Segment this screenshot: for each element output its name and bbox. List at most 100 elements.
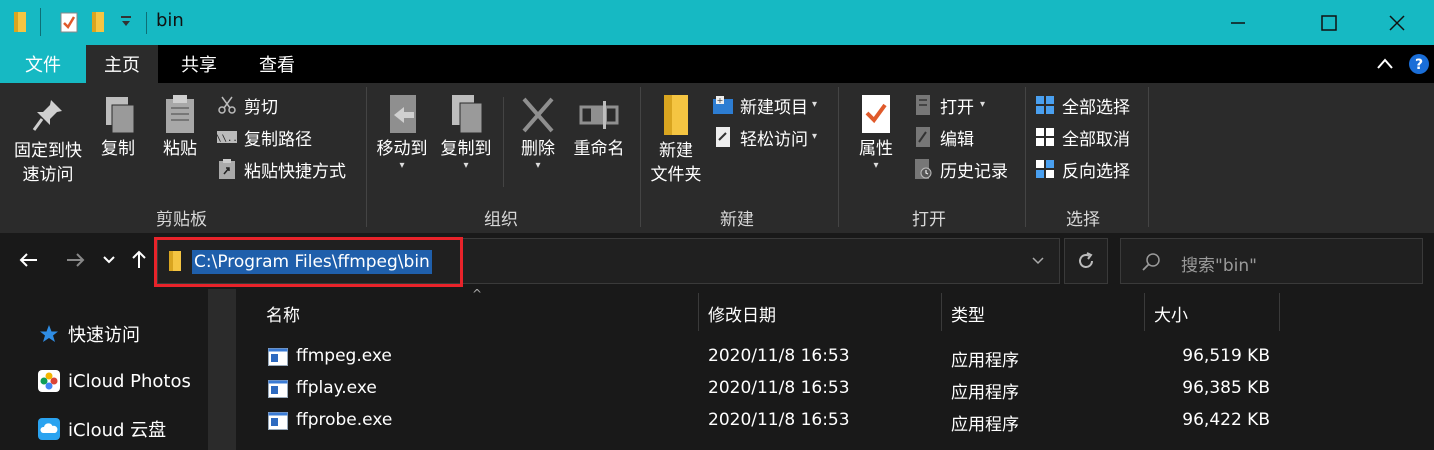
select-none-button[interactable]: 全部取消	[1034, 122, 1130, 152]
column-divider[interactable]	[1144, 293, 1145, 331]
close-icon	[1389, 14, 1405, 31]
pin-icon	[32, 100, 62, 131]
copy-to-button[interactable]: 复制到 ▾	[436, 93, 496, 171]
pin-label-line2: 速访问	[22, 165, 74, 185]
nav-item-quick-access[interactable]: 快速访问	[38, 319, 140, 349]
recent-locations-button[interactable]	[94, 245, 124, 275]
file-date: 2020/11/8 16:53	[708, 378, 850, 398]
move-to-label: 移动到	[376, 139, 428, 159]
open-button[interactable]: 打开 ▾	[912, 90, 985, 120]
cut-button[interactable]: 剪切	[216, 90, 278, 120]
column-header-name[interactable]: 名称	[266, 301, 300, 326]
close-button[interactable]	[1366, 0, 1428, 45]
svg-text:+: +	[717, 96, 724, 105]
history-button[interactable]: 历史记录	[912, 154, 1008, 184]
edit-icon	[912, 126, 934, 148]
file-name: ffplay.exe	[296, 378, 377, 398]
column-divider[interactable]	[1279, 293, 1280, 331]
forward-button[interactable]	[60, 245, 90, 275]
rename-button[interactable]: 重命名	[568, 93, 630, 161]
pin-to-quick-access-button[interactable]: 固定到快 速访问	[8, 97, 88, 187]
column-divider[interactable]	[698, 293, 699, 331]
invert-selection-button[interactable]: 反向选择	[1034, 154, 1130, 184]
organize-group-label: 组织	[484, 210, 518, 230]
file-type: 应用程序	[951, 351, 1019, 371]
nav-item-icloud-photos[interactable]: iCloud Photos	[38, 366, 191, 396]
open-group-label: 打开	[912, 210, 946, 230]
file-date: 2020/11/8 16:53	[708, 346, 850, 366]
address-dropdown-button[interactable]	[1016, 238, 1060, 284]
new-item-button[interactable]: + 新建项目 ▾	[712, 90, 817, 120]
paste-button[interactable]: 粘贴	[156, 93, 204, 161]
group-separator	[1148, 87, 1149, 227]
chevron-down-icon: ▾	[463, 160, 469, 171]
properties-button[interactable]: 属性 ▾	[848, 93, 904, 171]
move-to-icon	[390, 95, 416, 133]
column-header-date[interactable]: 修改日期	[708, 301, 776, 326]
table-row[interactable]: ffprobe.exe 2020/11/8 16:53 应用程序 96,422 …	[236, 405, 1296, 437]
new-folder-icon	[664, 95, 688, 135]
column-divider[interactable]	[941, 293, 942, 331]
new-folder-quick-icon[interactable]	[90, 11, 108, 37]
search-box[interactable]: 搜索"bin"	[1120, 238, 1423, 284]
copy-button[interactable]: 复制	[94, 93, 142, 161]
group-separator	[838, 87, 839, 227]
paste-shortcut-icon	[216, 158, 238, 180]
chevron-down-icon: ▾	[873, 160, 879, 171]
easy-access-button[interactable]: 轻松访问 ▾	[712, 122, 817, 152]
maximize-button[interactable]	[1298, 0, 1360, 45]
scissors-icon	[216, 94, 238, 116]
nav-scrollbar[interactable]	[208, 289, 236, 450]
column-header-size[interactable]: 大小	[1154, 301, 1188, 326]
select-none-icon	[1034, 126, 1056, 148]
title-divider	[40, 8, 41, 36]
ribbon-tabs: 文件 主页 共享 查看 ?	[0, 45, 1434, 83]
properties-label: 属性	[859, 139, 893, 159]
maximize-icon	[1321, 14, 1337, 31]
nav-item-icloud-drive[interactable]: iCloud 云盘	[38, 414, 166, 444]
tab-home[interactable]: 主页	[86, 45, 158, 83]
ribbon: 固定到快 速访问 复制 粘贴 剪切 \\.. 复制路径 粘贴快捷方式 剪贴板 移…	[0, 83, 1434, 233]
back-button[interactable]	[14, 245, 44, 275]
delete-button[interactable]: 删除 ▾	[512, 93, 564, 171]
tab-share[interactable]: 共享	[164, 45, 234, 83]
minimize-button[interactable]	[1207, 0, 1269, 45]
chevron-down-icon: ▾	[812, 131, 818, 142]
chevron-down-icon: ▾	[980, 99, 986, 110]
paste-icon	[166, 95, 194, 133]
delete-label: 删除	[521, 139, 555, 159]
customize-toolbar-icon[interactable]	[120, 14, 132, 33]
paste-shortcut-button[interactable]: 粘贴快捷方式	[216, 154, 346, 184]
table-row[interactable]: ffplay.exe 2020/11/8 16:53 应用程序 96,385 K…	[236, 373, 1296, 405]
move-to-button[interactable]: 移动到 ▾	[372, 93, 432, 171]
select-none-label: 全部取消	[1062, 129, 1130, 150]
arrow-left-icon	[19, 253, 37, 267]
help-icon[interactable]: ?	[1408, 53, 1430, 79]
collapse-ribbon-icon[interactable]	[1376, 56, 1394, 75]
chevron-down-icon: ▾	[535, 160, 541, 171]
copy-path-button[interactable]: \\.. 复制路径	[216, 122, 312, 152]
chevron-down-icon: ▾	[812, 99, 818, 110]
tab-file[interactable]: 文件	[0, 45, 86, 83]
new-folder-label-line1: 新建	[659, 141, 693, 161]
exe-file-icon	[268, 412, 288, 430]
new-folder-button[interactable]: 新建 文件夹	[646, 93, 706, 187]
table-row[interactable]: ffmpeg.exe 2020/11/8 16:53 应用程序 96,519 K…	[236, 341, 1296, 373]
tab-view[interactable]: 查看	[244, 45, 310, 83]
paste-shortcut-label: 粘贴快捷方式	[244, 161, 346, 182]
select-all-button[interactable]: 全部选择	[1034, 90, 1130, 120]
svg-text:\\..: \\..	[216, 134, 238, 144]
up-button[interactable]	[124, 245, 154, 275]
open-label: 打开	[940, 97, 974, 118]
address-row: C:\Program Files\ffmpeg\bin 搜索"bin"	[0, 233, 1434, 289]
properties-quick-icon[interactable]	[60, 11, 78, 37]
new-group-label: 新建	[720, 210, 754, 230]
column-header-type[interactable]: 类型	[951, 301, 985, 326]
svg-text:?: ?	[1415, 57, 1423, 73]
cut-label: 剪切	[244, 97, 278, 118]
refresh-button[interactable]	[1064, 238, 1108, 284]
search-icon	[1141, 252, 1161, 276]
open-icon	[912, 94, 934, 116]
new-item-label: 新建项目	[740, 97, 808, 118]
edit-button[interactable]: 编辑	[912, 122, 974, 152]
